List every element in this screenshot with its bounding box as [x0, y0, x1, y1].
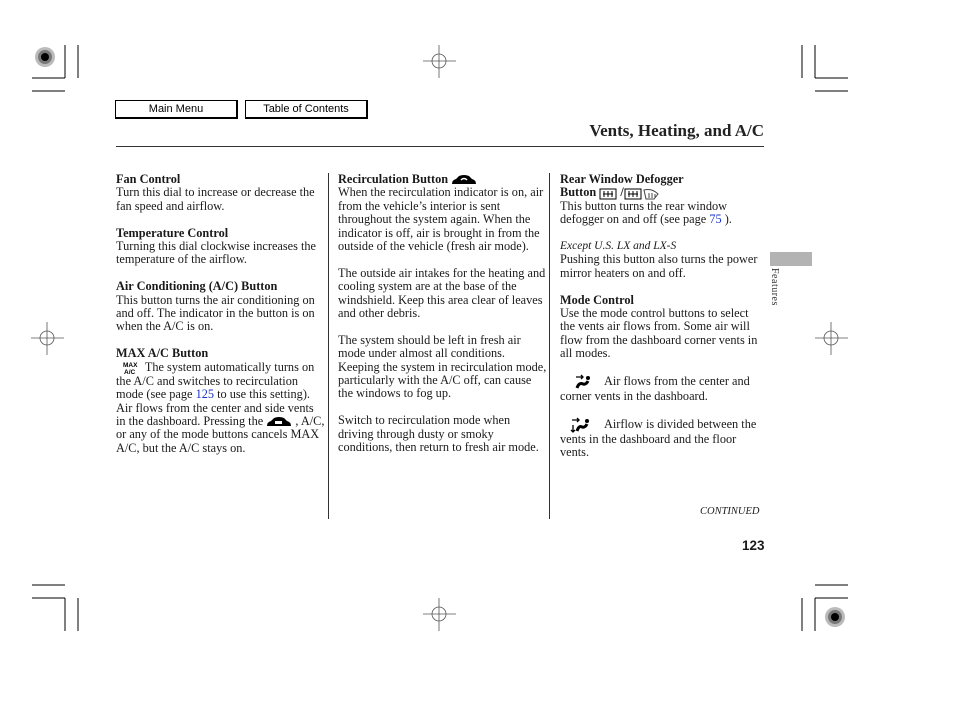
- ac-button-text: This button turns the air conditioning o…: [116, 292, 315, 334]
- defogger-heading: Rear Window Defogger: [560, 172, 684, 186]
- table-of-contents-button[interactable]: Table of Contents: [245, 100, 368, 119]
- temperature-control-heading: Temperature Control: [116, 225, 229, 240]
- crosshair-left: [31, 322, 64, 355]
- max-ac-icon: MAX A/C: [123, 362, 138, 375]
- rear-defogger-icon: [599, 188, 617, 200]
- recirculation-text: When the recirculation indicator is on, …: [338, 185, 544, 254]
- page-125-link[interactable]: 125: [196, 387, 214, 401]
- column-2: Recirculation Button When the recirculat…: [338, 172, 548, 455]
- defogger-heading-line2: Button /: [560, 185, 765, 200]
- dashboard-mode-text: Air flows from the center and corner ven…: [560, 373, 750, 404]
- column-1: Fan Control Turn this dial to increase o…: [116, 172, 326, 455]
- bilevel-vents-icon: [570, 417, 589, 433]
- title-divider: [116, 146, 764, 147]
- fan-control-text: Turn this dial to increase or decrease t…: [116, 185, 315, 213]
- dashboard-vents-icon: [575, 374, 590, 389]
- section-tab-label: Features: [769, 268, 780, 306]
- crosshair-bottom: [423, 598, 456, 631]
- page-number: 123: [742, 538, 765, 553]
- model-exception-note: Except U.S. LX and LX-S: [560, 240, 677, 253]
- mode-control-text: Use the mode control buttons to select t…: [560, 306, 758, 361]
- max-ac-text: MAX A/C The system automatically turns o…: [116, 359, 325, 455]
- temperature-control-text: Turning this dial clockwise increases th…: [116, 239, 317, 267]
- bilevel-mode-text: Airflow is divided between the vents in …: [560, 416, 757, 460]
- main-menu-button[interactable]: Main Menu: [115, 100, 238, 119]
- svg-text:MAX: MAX: [123, 362, 138, 369]
- crosshair-right: [815, 322, 848, 355]
- registration-target-bottom-right: [825, 607, 845, 627]
- recirculation-icon: [452, 175, 477, 185]
- registration-target-top-left: [35, 47, 55, 67]
- defogger-text: This button turns the rear window defogg…: [560, 198, 732, 227]
- mirror-heater-icon: [624, 188, 659, 200]
- column-3: Rear Window Defogger Button / This butto…: [560, 172, 765, 460]
- column-divider: [328, 173, 329, 519]
- fresh-air-text: The system should be left in fresh air m…: [338, 332, 547, 401]
- fan-control-heading: Fan Control: [116, 172, 181, 186]
- air-intake-text: The outside air intakes for the heating …: [338, 265, 546, 321]
- crosshair-top: [423, 45, 456, 78]
- mirror-heater-text: Pushing this button also turns the power…: [560, 252, 758, 280]
- switch-mode-text: Switch to recirculation mode when drivin…: [338, 413, 539, 455]
- recirculation-heading: Recirculation Button: [338, 172, 548, 186]
- recirculation-icon: [267, 417, 292, 427]
- mode-control-heading: Mode Control: [560, 292, 634, 307]
- ac-button-heading: Air Conditioning (A/C) Button: [116, 279, 278, 294]
- column-divider: [549, 173, 550, 519]
- page-75-link[interactable]: 75: [709, 212, 721, 226]
- section-tab[interactable]: [770, 252, 812, 266]
- continued-label: CONTINUED: [700, 506, 760, 517]
- max-ac-heading: MAX A/C Button: [116, 346, 209, 361]
- page-title: Vents, Heating, and A/C: [589, 121, 764, 140]
